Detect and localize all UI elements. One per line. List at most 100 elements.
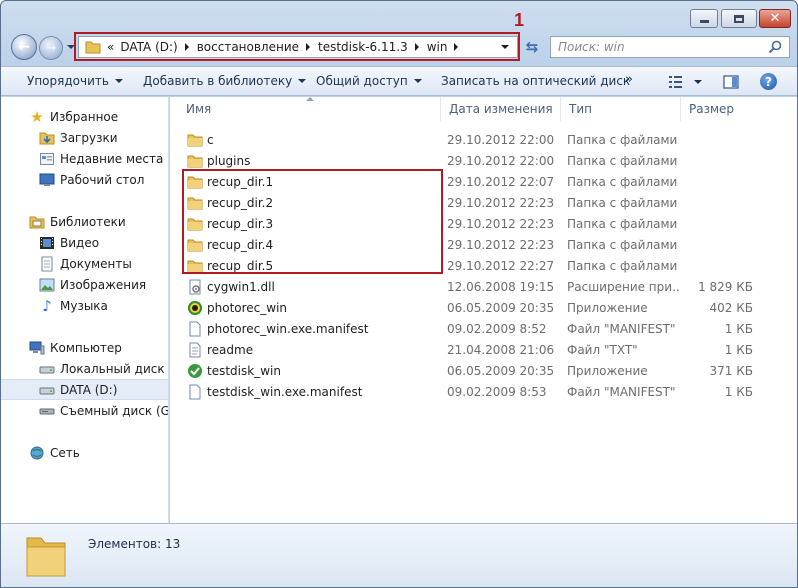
nav-favorites[interactable]: ★ Избранное: [1, 106, 168, 127]
chevron-right-icon[interactable]: [184, 43, 189, 51]
details-pane: Элементов: 13: [1, 523, 797, 587]
breadcrumb-overflow[interactable]: «: [107, 40, 114, 54]
nav-removable-disk[interactable]: Съемный диск (G:): [1, 400, 168, 421]
nav-documents[interactable]: Документы: [1, 253, 168, 274]
nav-label: Библиотеки: [50, 214, 126, 229]
breadcrumb-data-disk[interactable]: DATA (D:): [120, 40, 177, 54]
file-row[interactable]: testdisk_win.exe.manifest 09.02.2009 8:53…: [170, 382, 797, 403]
search-icon: [768, 40, 782, 54]
dropdown-arrow-icon: [114, 79, 123, 83]
more-commands-button[interactable]: »: [625, 72, 633, 87]
nav-desktop[interactable]: Рабочий стол: [1, 169, 168, 190]
file-name: photorec_win: [207, 301, 288, 315]
address-dropdown-icon[interactable]: [501, 45, 509, 49]
column-header-name[interactable]: Имя: [178, 97, 441, 121]
nav-downloads[interactable]: Загрузки: [1, 127, 168, 148]
folder-icon: [187, 260, 203, 273]
share-menu[interactable]: Общий доступ: [316, 74, 422, 88]
refresh-icon: ⇆: [525, 37, 539, 56]
removable-drive-icon: [39, 408, 55, 414]
dll-icon: [189, 279, 201, 295]
maximize-button[interactable]: [721, 9, 757, 28]
file-row[interactable]: recup_dir.1 29.10.2012 22:07 Папка с файла…: [170, 172, 797, 193]
nav-local-disk[interactable]: Локальный диск (C: [1, 358, 168, 379]
folder-icon: [26, 537, 66, 577]
nav-music[interactable]: ♪ Музыка: [1, 295, 168, 316]
search-box[interactable]: Поиск: win: [550, 36, 790, 58]
help-button[interactable]: ?: [760, 73, 777, 90]
burn-button[interactable]: Записать на оптический диск: [441, 74, 630, 88]
chevron-right-icon[interactable]: [306, 43, 311, 51]
nav-libraries[interactable]: Библиотеки: [1, 211, 168, 232]
nav-label: Сеть: [50, 445, 80, 460]
testdisk-icon: [188, 364, 202, 378]
column-label: Имя: [186, 102, 212, 116]
column-header-type[interactable]: Тип: [561, 97, 681, 121]
refresh-button[interactable]: ⇆: [521, 36, 543, 58]
nav-label: Видео: [60, 235, 100, 250]
file-row[interactable]: recup_dir.5 29.10.2012 22:27 Папка с файла…: [170, 256, 797, 277]
recent-pages-dropdown-icon[interactable]: [67, 45, 75, 49]
file-row[interactable]: cygwin1.dll 12.06.2008 19:15 Расширение пр…: [170, 277, 797, 298]
nav-label: Изображения: [60, 277, 147, 292]
address-bar[interactable]: « DATA (D:) восстановление testdisk-6.11…: [78, 36, 518, 58]
file-row[interactable]: plugins 29.10.2012 22:00 Папка с файлами: [170, 151, 797, 172]
nav-recent-places[interactable]: Недавние места: [1, 148, 168, 169]
nav-data-disk[interactable]: DATA (D:): [1, 379, 168, 400]
computer-icon: [29, 341, 45, 354]
nav-label: Недавние места: [60, 151, 164, 166]
nav-network[interactable]: Сеть: [1, 442, 168, 463]
search-input[interactable]: Поиск: win: [558, 40, 625, 54]
minimize-icon: [699, 20, 709, 23]
file-row[interactable]: photorec_win 06.05.2009 20:35 Приложение 40…: [170, 298, 797, 319]
file-date: 29.10.2012 22:07: [447, 175, 555, 189]
file-date: 06.05.2009 20:35: [447, 301, 555, 315]
arrow-left-icon: ←: [18, 39, 30, 55]
file-name: readme: [207, 343, 254, 357]
nav-label: Документы: [60, 256, 132, 271]
desktop-icon: [39, 173, 55, 186]
breadcrumb-win[interactable]: win: [427, 40, 448, 54]
file-row[interactable]: recup_dir.2 29.10.2012 22:23 Папка с файла…: [170, 193, 797, 214]
minimize-button[interactable]: [690, 9, 718, 28]
arrow-right-icon: →: [45, 40, 57, 56]
annotation-number: 1: [514, 10, 525, 30]
file-date: 29.10.2012 22:27: [447, 259, 555, 273]
file-date: 29.10.2012 22:23: [447, 217, 555, 231]
file-row[interactable]: photorec_win.exe.manifest 09.02.2009 8:52…: [170, 319, 797, 340]
folder-icon: [187, 218, 203, 231]
file-type: Папка с файлами: [567, 238, 678, 252]
add-to-library-menu[interactable]: Добавить в библиотеку: [143, 74, 307, 88]
chevron-right-icon[interactable]: [454, 43, 459, 51]
nav-pictures[interactable]: Изображения: [1, 274, 168, 295]
breadcrumb-restore[interactable]: восстановление: [197, 40, 299, 54]
back-button[interactable]: ←: [11, 34, 37, 60]
text-file-icon: [189, 342, 201, 358]
breadcrumb-testdisk[interactable]: testdisk-6.11.3: [318, 40, 408, 54]
view-options-button[interactable]: [668, 74, 702, 90]
item-count: Элементов: 13: [88, 537, 181, 551]
file-name: recup_dir.1: [207, 175, 274, 189]
preview-pane-icon: [723, 75, 739, 89]
preview-pane-button[interactable]: [723, 74, 739, 90]
nav-video[interactable]: Видео: [1, 232, 168, 253]
file-row[interactable]: recup_dir.3 29.10.2012 22:23 Папка с файла…: [170, 214, 797, 235]
file-size: 1 КБ: [724, 322, 753, 336]
file-type: Расширение при...: [567, 280, 679, 294]
close-icon: ✕: [769, 11, 781, 26]
file-row[interactable]: testdisk_win 06.05.2009 20:35 Приложение 37…: [170, 361, 797, 382]
chevron-right-icon[interactable]: [414, 43, 419, 51]
view-list-icon: [669, 76, 682, 88]
column-header-size[interactable]: Размер: [681, 97, 776, 121]
close-button[interactable]: ✕: [759, 9, 791, 28]
column-header-date[interactable]: Дата изменения: [441, 97, 561, 121]
folder-icon: [187, 155, 203, 168]
folder-icon: [187, 176, 203, 189]
organize-menu[interactable]: Упорядочить: [27, 74, 123, 88]
nav-label: Съемный диск (G:): [60, 403, 168, 418]
file-row[interactable]: c 29.10.2012 22:00 Папка с файлами: [170, 130, 797, 151]
forward-button[interactable]: →: [39, 36, 63, 60]
nav-computer[interactable]: Компьютер: [1, 337, 168, 358]
file-row[interactable]: readme 21.04.2008 21:06 Файл "TXT" 1 КБ: [170, 340, 797, 361]
file-row[interactable]: recup_dir.4 29.10.2012 22:23 Папка с файла…: [170, 235, 797, 256]
